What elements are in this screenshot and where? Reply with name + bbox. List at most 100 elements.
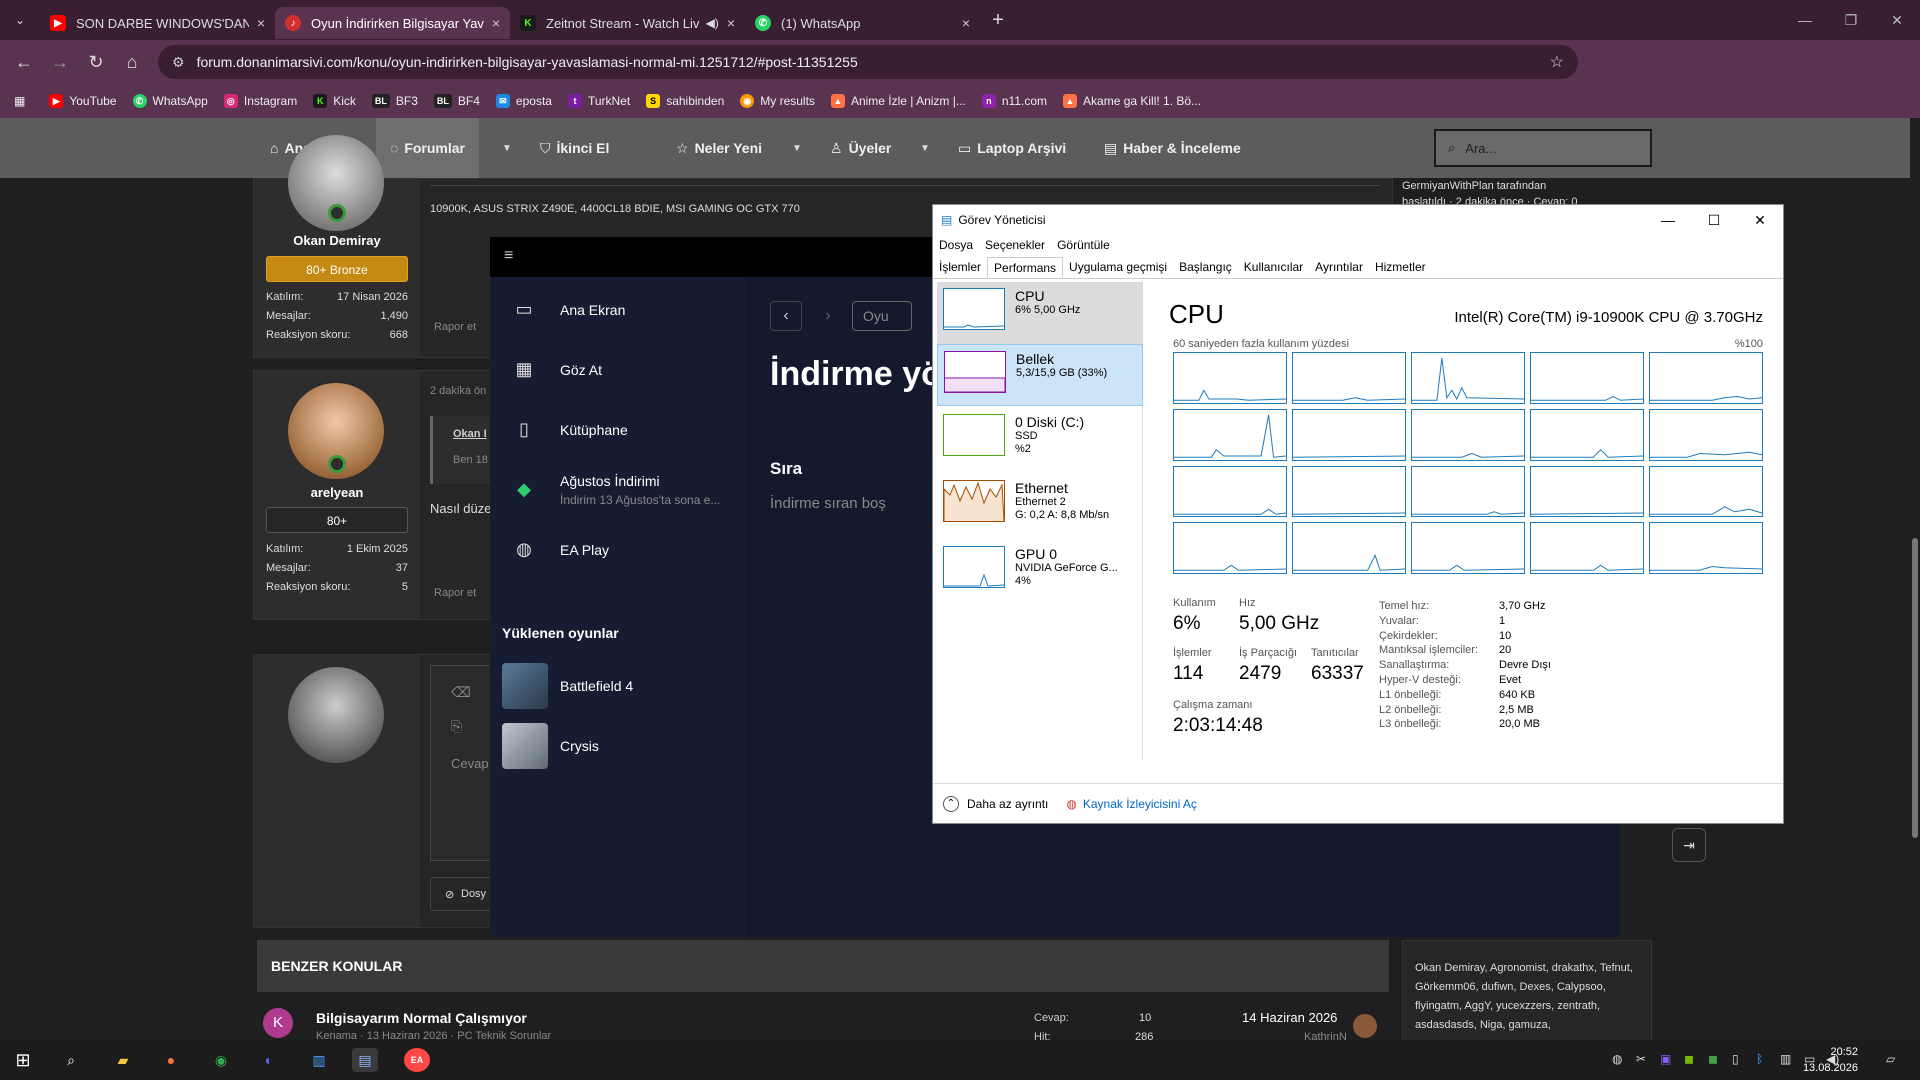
chevron-down-icon[interactable]: ▼ (920, 118, 930, 178)
last-post-date[interactable]: 14 Haziran 2026 (1242, 1010, 1337, 1025)
ea-nav-play[interactable]: ◍ EA Play (512, 539, 609, 560)
browser-tab[interactable]: ✆ (1) WhatsApp × (745, 7, 980, 39)
hamburger-menu-icon[interactable]: ≡ (504, 247, 513, 265)
less-details-link[interactable]: Daha az ayrıntı (967, 797, 1048, 811)
tray-icon[interactable]: ✂ (1636, 1052, 1646, 1066)
bookmark-bf4[interactable]: BL BF4 (433, 94, 480, 108)
nav-haber-inceleme[interactable]: ▤ Haber & İnceleme (1104, 118, 1241, 178)
app-icon[interactable]: ▥ (306, 1048, 332, 1072)
page-scrollbar[interactable] (1910, 118, 1920, 1040)
task-manager-taskbar-icon[interactable]: ▤ (352, 1048, 378, 1072)
ea-app-icon[interactable]: EA (404, 1048, 430, 1072)
tab-uygulama-gecmisi[interactable]: Uygulama geçmişi (1063, 257, 1173, 278)
resource-cpu[interactable]: CPU 6% 5,00 GHz (937, 282, 1143, 344)
avatar[interactable]: K (263, 1008, 293, 1038)
bookmark-my-results[interactable]: ◉ My results (740, 94, 815, 108)
tab-baslangic[interactable]: Başlangıç (1173, 257, 1238, 278)
username[interactable]: arelyean (254, 485, 420, 500)
bookmark-akame[interactable]: ▲ Akame ga Kill! 1. Bö... (1063, 94, 1201, 108)
bookmark-star-icon[interactable]: ☆ (1550, 52, 1564, 72)
forum-search-input[interactable]: ⌕ Ara... (1434, 129, 1652, 167)
nav-ikinci-el[interactable]: ⛉ İkinci El (540, 118, 609, 178)
close-icon[interactable]: × (257, 15, 265, 31)
bookmark-eposta[interactable]: ✉ eposta (495, 94, 552, 108)
back-button[interactable]: ‹ (770, 301, 802, 331)
nav-forumlar[interactable]: ◌ Forumlar (376, 118, 480, 178)
resource-ethernet[interactable]: Ethernet Ethernet 2 G: 0,2 A: 8,8 Mb/sn (937, 474, 1143, 536)
tab-islemler[interactable]: İşlemler (933, 257, 987, 278)
chevron-down-icon[interactable]: ▼ (502, 118, 512, 178)
eraser-icon[interactable]: ⌫ (451, 684, 471, 701)
site-info-icon[interactable]: ⚙ (172, 54, 185, 71)
tray-icon[interactable]: ▯ (1732, 1052, 1739, 1066)
bluetooth-icon[interactable]: ᛒ (1756, 1052, 1763, 1066)
resource-gpu[interactable]: GPU 0 NVIDIA GeForce G... 4% (937, 540, 1143, 602)
tab-search-dropdown-icon[interactable]: ⌄ (0, 0, 40, 40)
tab-performans[interactable]: Performans (987, 257, 1064, 278)
restore-icon[interactable]: ❐ (1828, 0, 1874, 40)
ea-nav-home[interactable]: ▭ Ana Ekran (512, 299, 625, 320)
tray-icon[interactable]: ◍ (1612, 1052, 1622, 1066)
menu-dosya[interactable]: Dosya (933, 235, 979, 255)
new-tab-button[interactable]: + (980, 9, 1016, 32)
url-bar[interactable]: ⚙ forum.donanimarsivi.com/konu/oyun-indi… (158, 45, 1578, 79)
bookmark-instagram[interactable]: ◎ Instagram (223, 94, 297, 108)
apps-grid-icon[interactable]: ▦ (14, 94, 25, 108)
bookmark-bf3[interactable]: BL BF3 (371, 94, 418, 108)
home-icon[interactable]: ⌂ (114, 52, 150, 73)
nav-laptop-arsivi[interactable]: ▭ Laptop Arşivi (958, 118, 1066, 178)
resource-memory[interactable]: Bellek 5,3/15,9 GB (33%) (937, 344, 1143, 406)
discord-icon[interactable]: ◐ (256, 1048, 282, 1072)
forward-icon[interactable]: → (42, 52, 78, 73)
resource-monitor-link[interactable]: Kaynak İzleyicisini Aç (1083, 797, 1197, 811)
username[interactable]: Okan Demiray (254, 233, 420, 248)
menu-goruntule[interactable]: Görüntüle (1051, 235, 1116, 255)
ea-nav-library[interactable]: ▯ Kütüphane (512, 419, 628, 440)
search-icon[interactable]: ⌕ (58, 1048, 84, 1072)
browser-tab[interactable]: K Zeitnot Stream - Watch Liv ◀) × (510, 7, 745, 39)
system-clock[interactable]: 20:52 13.08.2026 (1803, 1044, 1858, 1076)
thread-title[interactable]: Bilgisayarım Normal Çalışmıyor (316, 1010, 527, 1026)
ea-nav-browse[interactable]: ▦ Göz At (512, 359, 602, 380)
nvidia-icon[interactable]: ◼ (1684, 1052, 1694, 1066)
minimize-icon[interactable]: — (1645, 205, 1691, 235)
online-users-list[interactable]: Okan Demiray, Agronomist, drakathx, Tefn… (1403, 941, 1651, 1053)
bookmark-n11[interactable]: n n11.com (981, 94, 1047, 108)
bookmark-anime[interactable]: ▲ Anime İzle | Anizm |... (830, 94, 966, 108)
tray-icon[interactable]: ◼ (1708, 1052, 1718, 1066)
resource-disk[interactable]: 0 Diski (C:) SSD %2 (937, 408, 1143, 470)
bookmark-youtube[interactable]: ▶ YouTube (49, 94, 117, 108)
forward-button[interactable]: › (812, 301, 844, 331)
chrome-icon[interactable]: ◉ (208, 1048, 234, 1072)
ea-nav-sale[interactable]: ◆ Ağustos İndirimi İndirim 13 Ağustos'ta… (512, 473, 720, 507)
scrollbar-thumb[interactable] (1912, 538, 1918, 838)
tab-kullanicilar[interactable]: Kullanıcılar (1238, 257, 1309, 278)
game-crysis[interactable]: Crysis (502, 723, 599, 769)
close-icon[interactable]: ✕ (1737, 205, 1783, 235)
close-icon[interactable]: × (962, 15, 970, 31)
minimize-icon[interactable]: — (1782, 0, 1828, 40)
file-explorer-icon[interactable]: ▰ (110, 1048, 136, 1072)
chevron-up-icon[interactable]: ⌃ (943, 795, 959, 812)
close-icon[interactable]: × (492, 15, 500, 31)
windows-start-icon[interactable]: ⊞ (10, 1048, 36, 1072)
browser-tab[interactable]: ▶ SON DARBE WINDOWS'DAN G × (40, 7, 275, 39)
bookmark-kick[interactable]: K Kick (313, 94, 356, 108)
bookmark-whatsapp[interactable]: ✆ WhatsApp (132, 94, 208, 108)
collapse-sidebar-button[interactable]: ⇥ (1672, 828, 1706, 862)
bookmark-sahibinden[interactable]: Ssahibinden (646, 94, 724, 108)
avatar[interactable] (1353, 1014, 1377, 1038)
speaker-icon[interactable]: ◀) (706, 16, 719, 30)
tab-hizmetler[interactable]: Hizmetler (1369, 257, 1432, 278)
tab-ayrintilar[interactable]: Ayrıntılar (1309, 257, 1369, 278)
tray-icon[interactable]: ▣ (1660, 1052, 1671, 1066)
tray-icon[interactable]: ▥ (1780, 1052, 1791, 1066)
report-link[interactable]: Rapor et (434, 321, 476, 333)
nav-uyeler[interactable]: ♙ Üyeler (830, 118, 891, 178)
post-time[interactable]: 2 dakika ön (430, 385, 486, 397)
ea-search-input[interactable]: Oyu (852, 301, 912, 331)
firefox-icon[interactable]: ● (158, 1048, 184, 1072)
nav-neler-yeni[interactable]: ☆ Neler Yeni (676, 118, 762, 178)
browser-tab-active[interactable]: ♪ Oyun İndirirken Bilgisayar Yavaş × (275, 7, 510, 39)
close-window-icon[interactable]: ✕ (1874, 0, 1920, 40)
